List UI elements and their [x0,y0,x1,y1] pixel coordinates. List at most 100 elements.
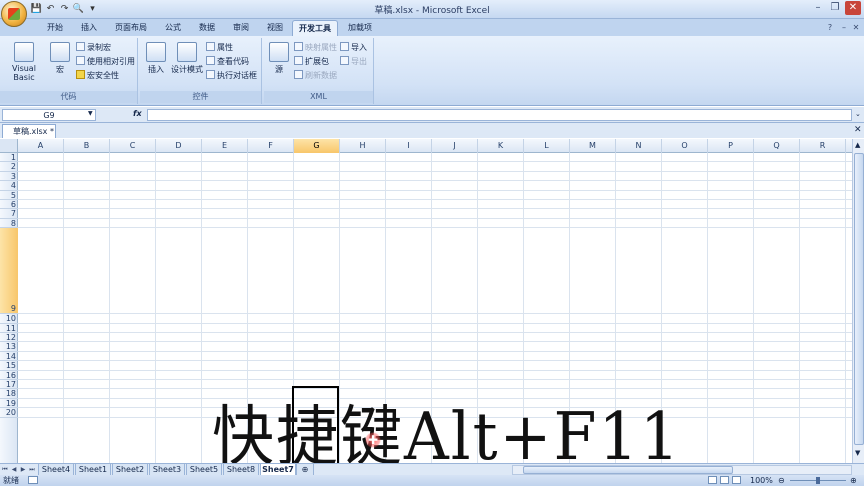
cell-text: 快捷键Alt+F11 [212,398,682,463]
normal-view-icon[interactable] [708,476,717,484]
properties-label: 属性 [217,43,233,52]
insert-function-icon[interactable]: fx [133,109,145,121]
vertical-scroll-thumb[interactable] [854,153,864,445]
map-properties-button[interactable]: 映射属性 [294,42,337,54]
grid-hline [18,388,852,390]
macro-record-icon[interactable] [28,476,38,484]
ribbon: Visual Basic 宏 录制宏 使用相对引用 宏安全性 代码 插入 设计模… [0,36,864,106]
worksheet-grid[interactable]: ABCDEFGHIJKLMNOPQR 1 2 3 4 5 6 7 8 9 10 11 12 13 14 15… [0,139,852,463]
xml-source-label: 源 [275,65,283,74]
code-group-label: 代码 [0,91,137,103]
grid-hline [18,322,852,324]
scroll-up-icon[interactable]: ▲ [855,141,860,149]
macros-button[interactable]: 宏 [50,42,70,75]
refresh-icon [294,70,303,79]
record-macro-label: 录制宏 [87,43,111,52]
export-button[interactable]: 导出 [340,56,367,68]
name-box[interactable]: G9 [2,109,96,121]
tab-view[interactable]: 视图 [258,20,292,36]
page-layout-view-icon[interactable] [720,476,729,484]
tab-page-layout[interactable]: 页面布局 [106,20,156,36]
workbook-tab[interactable]: 草稿.xlsx * [2,124,56,138]
restore-button[interactable]: ❐ [827,1,843,15]
sheet-tab-bar: ⏮ ◀ ▶ ⏭ Sheet4 Sheet1 Sheet2 Sheet3 Sheet5 Sh… [0,463,864,476]
page-break-view-icon[interactable] [732,476,741,484]
grid-hline [18,379,852,380]
tab-formulas[interactable]: 公式 [156,20,190,36]
view-code-button[interactable]: 查看代码 [206,56,249,68]
tab-review[interactable]: 审阅 [224,20,258,36]
zoom-out-icon[interactable]: ⊖ [778,475,785,486]
design-mode-label: 设计模式 [171,65,203,74]
tab-addins[interactable]: 加载项 [340,20,380,36]
run-dialog-button[interactable]: 执行对话框 [206,70,257,82]
tab-insert[interactable]: 插入 [72,20,106,36]
grid-hline [18,369,852,371]
run-dialog-icon [206,70,215,79]
code-group: Visual Basic 宏 录制宏 使用相对引用 宏安全性 代码 [0,38,138,104]
ribbon-tabs: 开始 插入 页面布局 公式 数据 审阅 视图 开发工具 加载项 ? – ✕ [0,19,864,36]
grid-hline [18,350,852,352]
tab-developer[interactable]: 开发工具 [292,20,338,36]
record-macro-button[interactable]: 录制宏 [76,42,111,54]
zoom-in-icon[interactable]: ⊕ [850,475,857,486]
grid-hline [18,170,852,172]
expansion-packs-icon [294,56,303,65]
xml-group: 源 映射属性 扩展包 刷新数据 导入 导出 XML [264,38,374,104]
visual-basic-button[interactable]: Visual Basic [2,42,46,82]
relative-reference-button[interactable]: 使用相对引用 [76,56,135,68]
toolbox-icon [146,42,166,62]
office-button[interactable] [1,1,27,27]
xml-source-button[interactable]: 源 [268,42,290,75]
grid-hline [18,313,852,315]
workbook-close-icon[interactable]: ✕ [854,125,862,135]
expansion-packs-button[interactable]: 扩展包 [294,56,329,68]
close-button[interactable]: ✕ [845,1,861,15]
expand-formula-icon[interactable]: ⌄ [855,110,861,118]
properties-button[interactable]: 属性 [206,42,233,54]
scroll-down-icon[interactable]: ▼ [855,449,860,457]
view-code-icon [206,56,215,65]
name-box-dropdown-icon[interactable]: ▼ [88,110,93,117]
view-code-label: 查看代码 [217,57,249,66]
xml-group-label: XML [264,91,373,103]
macros-label: 宏 [56,65,64,74]
minimize-button[interactable]: – [810,1,826,15]
zoom-level[interactable]: 100% [750,475,773,486]
import-label: 导入 [351,43,367,52]
design-mode-icon [177,42,197,62]
office-logo-icon [8,8,20,20]
formula-bar: G9 ▼ fx ⌄ [0,107,864,123]
macro-security-label: 宏安全性 [87,71,119,80]
warning-icon [76,70,85,79]
design-mode-button[interactable]: 设计模式 [170,42,204,75]
macro-security-button[interactable]: 宏安全性 [76,70,119,82]
tab-home[interactable]: 开始 [38,20,72,36]
grid-hline [18,208,852,210]
refresh-data-button[interactable]: 刷新数据 [294,70,337,82]
vertical-scrollbar[interactable]: ▲ ▼ [852,139,864,463]
title-bar: 💾 ↶ ↷ 🔍 ▾ 草稿.xlsx - Microsoft Excel – ❐ … [0,0,864,19]
export-icon [340,56,349,65]
zoom-slider-thumb[interactable] [816,477,820,484]
controls-group: 插入 设计模式 属性 查看代码 执行对话框 控件 [140,38,262,104]
grid-hline [18,180,852,182]
formula-input[interactable] [147,109,852,121]
doc-close-button[interactable]: ✕ [850,21,862,35]
run-dialog-label: 执行对话框 [217,71,257,80]
grid-hline [18,341,852,343]
controls-group-label: 控件 [140,91,261,103]
grid-hline [18,217,852,219]
properties-icon [206,42,215,51]
relative-reference-icon [76,56,85,65]
tab-data[interactable]: 数据 [190,20,224,36]
horizontal-scroll-thumb[interactable] [523,466,733,474]
macros-icon [50,42,70,62]
map-properties-label: 映射属性 [305,43,337,52]
import-button[interactable]: 导入 [340,42,367,54]
grid-hline [18,227,852,229]
grid-hline [18,199,852,200]
window-title: 草稿.xlsx - Microsoft Excel [374,6,490,16]
insert-control-button[interactable]: 插入 [144,42,168,75]
horizontal-scrollbar[interactable] [512,465,852,475]
